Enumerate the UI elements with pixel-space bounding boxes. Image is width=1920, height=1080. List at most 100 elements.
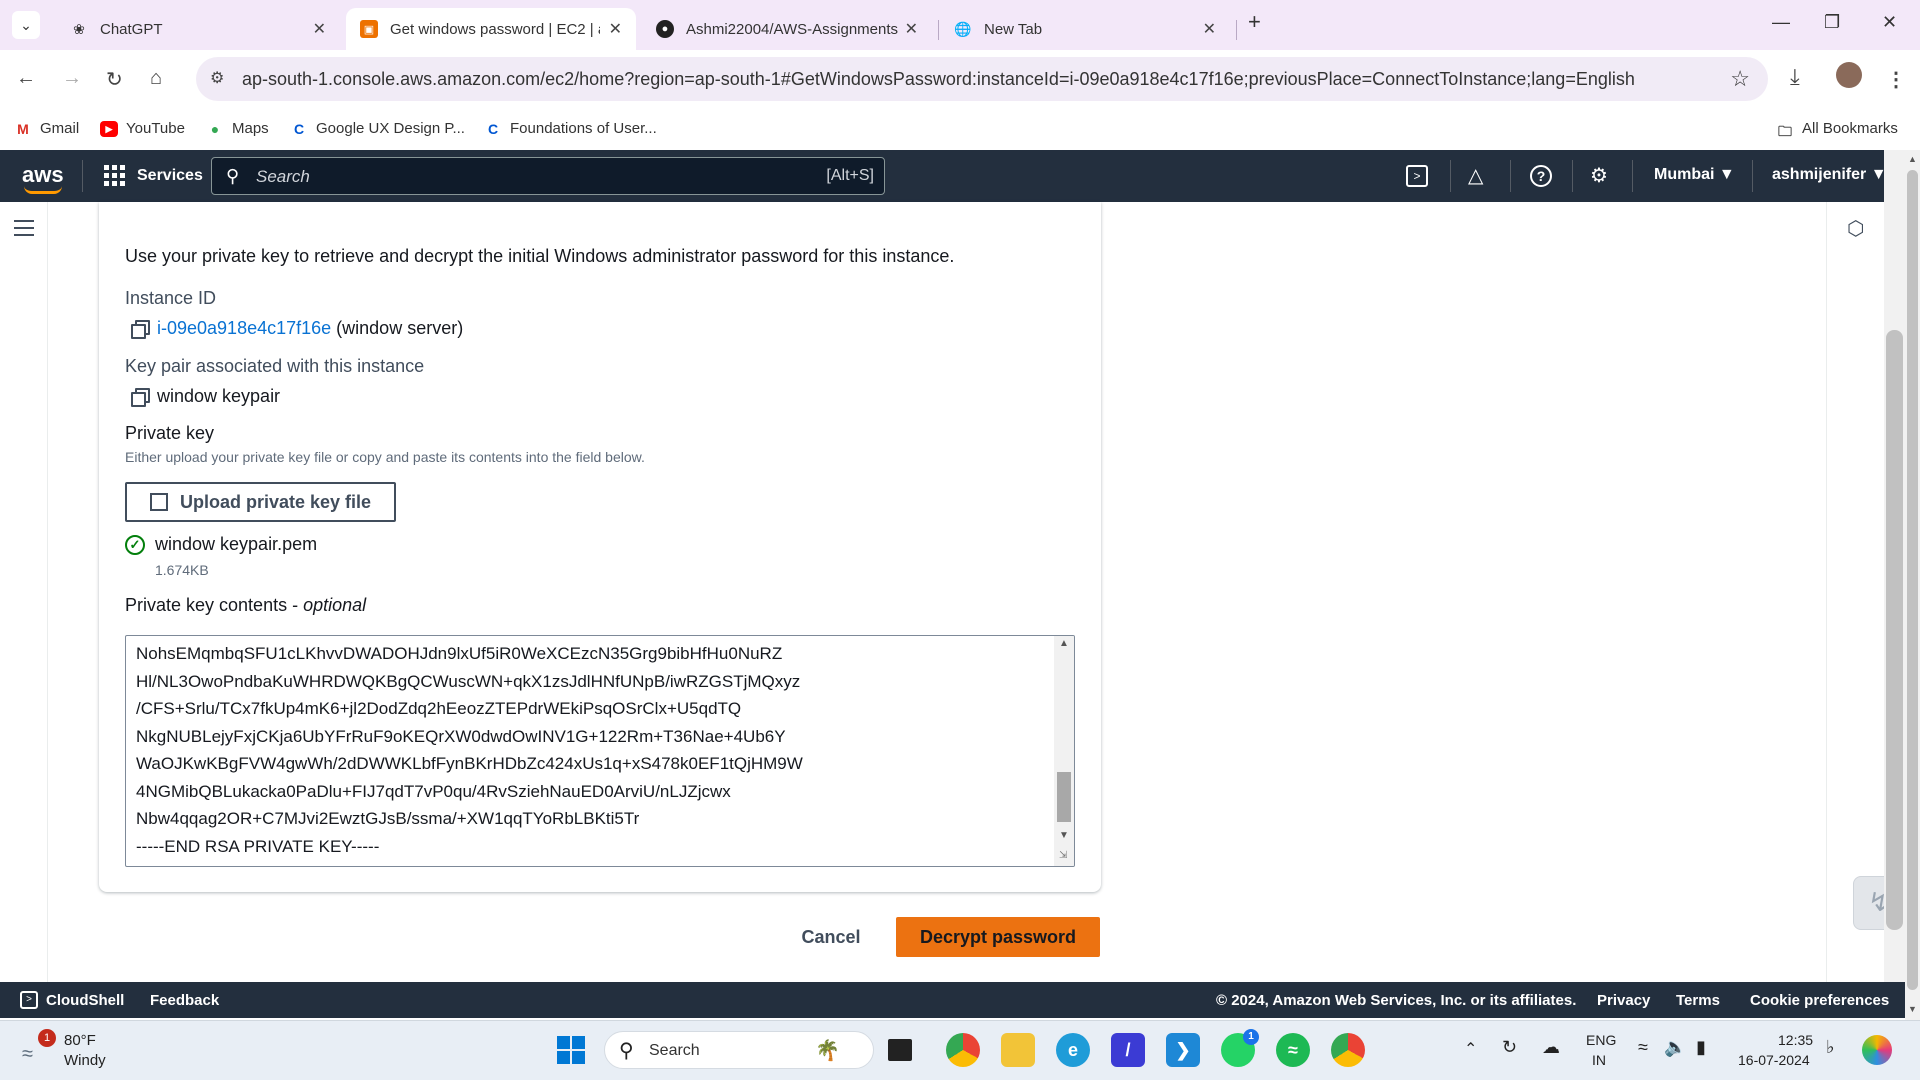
page-scrollbar-thumb[interactable] bbox=[1886, 330, 1903, 930]
copilot-icon[interactable] bbox=[1862, 1035, 1892, 1065]
cookie-preferences-link[interactable]: Cookie preferences bbox=[1750, 992, 1889, 1009]
browser-scroll-thumb[interactable] bbox=[1907, 170, 1918, 990]
key-line: NkgNUBLejyFxjCKja6UbYFrRuF9oKEQrXW0dwdOw… bbox=[136, 727, 786, 746]
chrome-profile-icon[interactable] bbox=[1331, 1033, 1365, 1067]
volume-icon[interactable]: 🔈 bbox=[1664, 1037, 1686, 1058]
close-icon[interactable]: ✕ bbox=[313, 19, 326, 39]
bookmark-google-ux[interactable]: C Google UX Design P... bbox=[290, 120, 465, 137]
instance-id-link[interactable]: i-09e0a918e4c17f16e bbox=[157, 318, 331, 338]
aws-logo[interactable]: aws bbox=[22, 162, 64, 194]
user-label: ashmijenifer bbox=[1772, 166, 1867, 183]
chatgpt-icon: ❀ bbox=[73, 20, 85, 37]
back-icon[interactable]: ← bbox=[16, 67, 36, 90]
bell-icon[interactable]: △ bbox=[1468, 163, 1483, 188]
search-input[interactable]: ⚲ Search [Alt+S] bbox=[211, 157, 885, 195]
download-icon[interactable]: ⤓ bbox=[1790, 64, 1800, 90]
windows-start-icon[interactable] bbox=[554, 1033, 588, 1067]
scroll-down-icon[interactable]: ▼ bbox=[1908, 1004, 1917, 1014]
browser-scrollbar[interactable]: ▲ ▼ bbox=[1905, 150, 1920, 1020]
clock-time[interactable]: 12:35 bbox=[1778, 1032, 1813, 1048]
key-line: Nbw4qqag2OR+C7MJvi2EwztGJsB/ssma/+XW1qqT… bbox=[136, 809, 640, 828]
instance-id-value: i-09e0a918e4c17f16e (window server) bbox=[157, 318, 463, 339]
new-tab-button[interactable]: + bbox=[1248, 9, 1261, 35]
star-icon[interactable]: ☆ bbox=[1730, 66, 1750, 92]
pen-app-icon[interactable]: / bbox=[1111, 1033, 1145, 1067]
spotify-icon[interactable]: ≈ bbox=[1276, 1033, 1310, 1067]
vscode-icon[interactable]: ❯ bbox=[1166, 1033, 1200, 1067]
sync-icon[interactable]: ↻ bbox=[1502, 1037, 1517, 1058]
private-key-textarea[interactable]: NohsEMqmbqSFU1cLKhvvDWADOHJdn9lxUf5iR0We… bbox=[125, 635, 1075, 867]
chevron-up-icon[interactable]: ⌃ bbox=[1464, 1039, 1477, 1059]
youtube-icon: ▶ bbox=[100, 120, 118, 137]
copy-icon[interactable] bbox=[131, 388, 150, 407]
notification-bell-icon[interactable]: ♭ bbox=[1826, 1037, 1835, 1058]
gear-icon[interactable]: ⚙ bbox=[1590, 163, 1608, 188]
file-explorer-icon[interactable] bbox=[1001, 1033, 1035, 1067]
scroll-up-icon[interactable]: ▲ bbox=[1908, 154, 1917, 164]
textarea-scroll-thumb[interactable] bbox=[1057, 772, 1071, 822]
help-icon[interactable]: ? bbox=[1530, 165, 1552, 187]
bookmark-maps[interactable]: ● Maps bbox=[206, 120, 269, 137]
gmail-icon: M bbox=[17, 120, 29, 137]
bookmark-foundations[interactable]: C Foundations of User... bbox=[484, 120, 657, 137]
instance-name: (window server) bbox=[336, 318, 464, 338]
tab-new-tab[interactable]: 🌐 New Tab ✕ bbox=[940, 8, 1230, 50]
menu-dots-icon[interactable]: ⋮ bbox=[1886, 67, 1906, 92]
privacy-link[interactable]: Privacy bbox=[1597, 992, 1650, 1009]
decrypt-password-button[interactable]: Decrypt password bbox=[896, 917, 1100, 957]
battery-icon[interactable]: ▮ bbox=[1696, 1037, 1706, 1058]
cloud-icon[interactable]: ☁ bbox=[1542, 1037, 1560, 1058]
terms-link[interactable]: Terms bbox=[1676, 992, 1720, 1009]
textarea-scrollbar[interactable]: ▲ ▼ ⇲ bbox=[1054, 636, 1074, 866]
profile-avatar[interactable] bbox=[1836, 62, 1862, 88]
url-text[interactable]: ap-south-1.console.aws.amazon.com/ec2/ho… bbox=[242, 69, 1635, 90]
resize-handle-icon[interactable]: ⇲ bbox=[1059, 850, 1067, 861]
account-menu[interactable]: ashmijenifer ▼ bbox=[1772, 166, 1887, 184]
key-line: -----END RSA PRIVATE KEY----- bbox=[136, 837, 380, 856]
tab-github[interactable]: ● Ashmi22004/AWS-Assignments ✕ bbox=[642, 8, 932, 50]
close-icon[interactable]: ✕ bbox=[609, 19, 622, 39]
upload-private-key-button[interactable]: Upload private key file bbox=[125, 482, 396, 522]
services-menu[interactable]: Services bbox=[104, 165, 203, 186]
cloudshell-link[interactable]: CloudShell bbox=[46, 992, 124, 1009]
keypair-value: window keypair bbox=[157, 386, 281, 406]
forward-icon[interactable]: → bbox=[62, 67, 82, 90]
info-panel-icon[interactable]: ⬡ bbox=[1847, 216, 1864, 241]
chrome-icon[interactable] bbox=[946, 1033, 980, 1067]
scroll-up-icon[interactable]: ▲ bbox=[1059, 638, 1069, 649]
restore-button[interactable]: ❐ bbox=[1824, 12, 1840, 33]
omnibox[interactable]: ⚙ ap-south-1.console.aws.amazon.com/ec2/… bbox=[196, 57, 1768, 101]
taskbar-search[interactable]: ⚲ Search 🌴 bbox=[604, 1031, 874, 1069]
whatsapp-icon[interactable]: 1 bbox=[1221, 1029, 1259, 1067]
clock-date[interactable]: 16-07-2024 bbox=[1738, 1052, 1810, 1068]
divider bbox=[1510, 160, 1511, 192]
scroll-down-icon[interactable]: ▼ bbox=[1059, 830, 1069, 841]
site-info-icon[interactable]: ⚙ bbox=[210, 68, 224, 88]
minimize-button[interactable]: — bbox=[1772, 12, 1790, 33]
tab-title: New Tab bbox=[984, 20, 1043, 38]
task-view-icon[interactable] bbox=[888, 1039, 912, 1061]
all-bookmarks[interactable]: 🗀 All Bookmarks bbox=[1776, 120, 1898, 139]
feedback-link[interactable]: Feedback bbox=[150, 992, 219, 1009]
reload-icon[interactable]: ↻ bbox=[106, 67, 123, 92]
home-icon[interactable]: ⌂ bbox=[150, 67, 162, 90]
bookmark-youtube[interactable]: ▶ YouTube bbox=[100, 120, 185, 137]
copy-icon[interactable] bbox=[131, 320, 150, 339]
region-selector[interactable]: Mumbai ▼ bbox=[1654, 166, 1735, 184]
bookmark-gmail[interactable]: M Gmail bbox=[14, 120, 79, 137]
lang-primary[interactable]: ENG bbox=[1586, 1032, 1616, 1048]
tab-chatgpt[interactable]: ❀ ChatGPT ✕ bbox=[56, 8, 340, 50]
cloudshell-icon[interactable]: > bbox=[1406, 165, 1428, 187]
weather-widget[interactable]: ≈ 1 bbox=[22, 1029, 56, 1065]
hamburger-menu-icon[interactable] bbox=[14, 220, 34, 241]
tab-search-button[interactable]: ⌄ bbox=[12, 11, 40, 39]
close-icon[interactable]: ✕ bbox=[905, 19, 918, 39]
caret-down-icon: ▼ bbox=[1718, 166, 1735, 183]
wifi-icon[interactable]: ≈ bbox=[1638, 1037, 1648, 1058]
lang-secondary[interactable]: IN bbox=[1592, 1052, 1606, 1068]
close-icon[interactable]: ✕ bbox=[1203, 19, 1216, 39]
cancel-button[interactable]: Cancel bbox=[780, 917, 882, 957]
edge-icon[interactable]: e bbox=[1056, 1033, 1090, 1067]
close-window-button[interactable]: ✕ bbox=[1882, 12, 1897, 33]
tab-ec2[interactable]: ▣ Get windows password | EC2 | a ✕ bbox=[346, 8, 636, 50]
